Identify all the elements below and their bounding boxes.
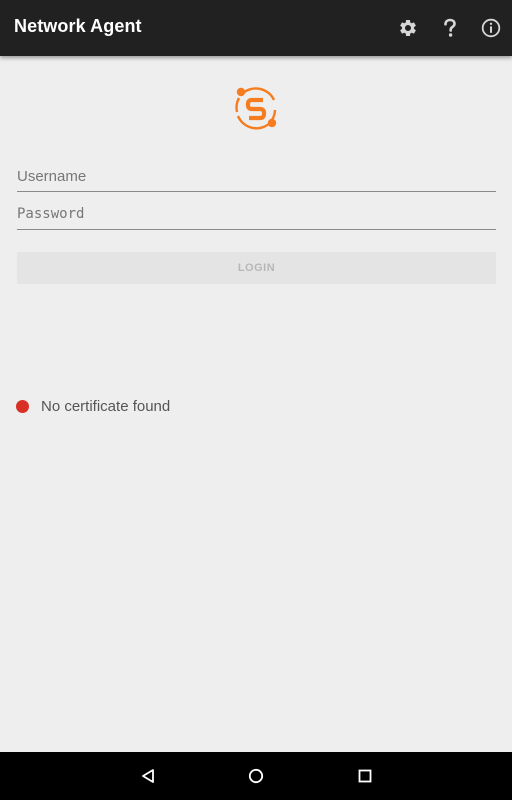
question-mark-icon xyxy=(444,18,456,37)
square-recents-icon xyxy=(358,769,372,783)
app-bar: Network Agent xyxy=(0,0,512,56)
help-button[interactable] xyxy=(433,11,467,45)
certificate-status: No certificate found xyxy=(16,396,170,416)
info-icon xyxy=(481,18,501,38)
settings-button[interactable] xyxy=(391,11,425,45)
status-indicator xyxy=(16,399,29,413)
s-orbit-logo-icon xyxy=(235,87,277,130)
triangle-back-icon xyxy=(142,769,154,783)
about-button[interactable] xyxy=(474,11,508,45)
app-title: Network Agent xyxy=(14,16,142,36)
username-field[interactable] xyxy=(17,161,496,192)
back-button[interactable] xyxy=(136,764,160,788)
recents-button[interactable] xyxy=(353,764,377,788)
login-button[interactable]: LOGIN xyxy=(17,252,496,284)
circle-home-icon xyxy=(248,768,264,784)
login-screen: Network Agent Username LOGIN No certific… xyxy=(0,0,512,800)
system-nav-bar xyxy=(0,752,512,800)
home-button[interactable] xyxy=(244,764,268,788)
password-field[interactable] xyxy=(17,199,496,230)
gear-icon xyxy=(400,19,416,36)
status-text: No certificate found xyxy=(41,397,171,415)
app-logo xyxy=(228,80,284,136)
